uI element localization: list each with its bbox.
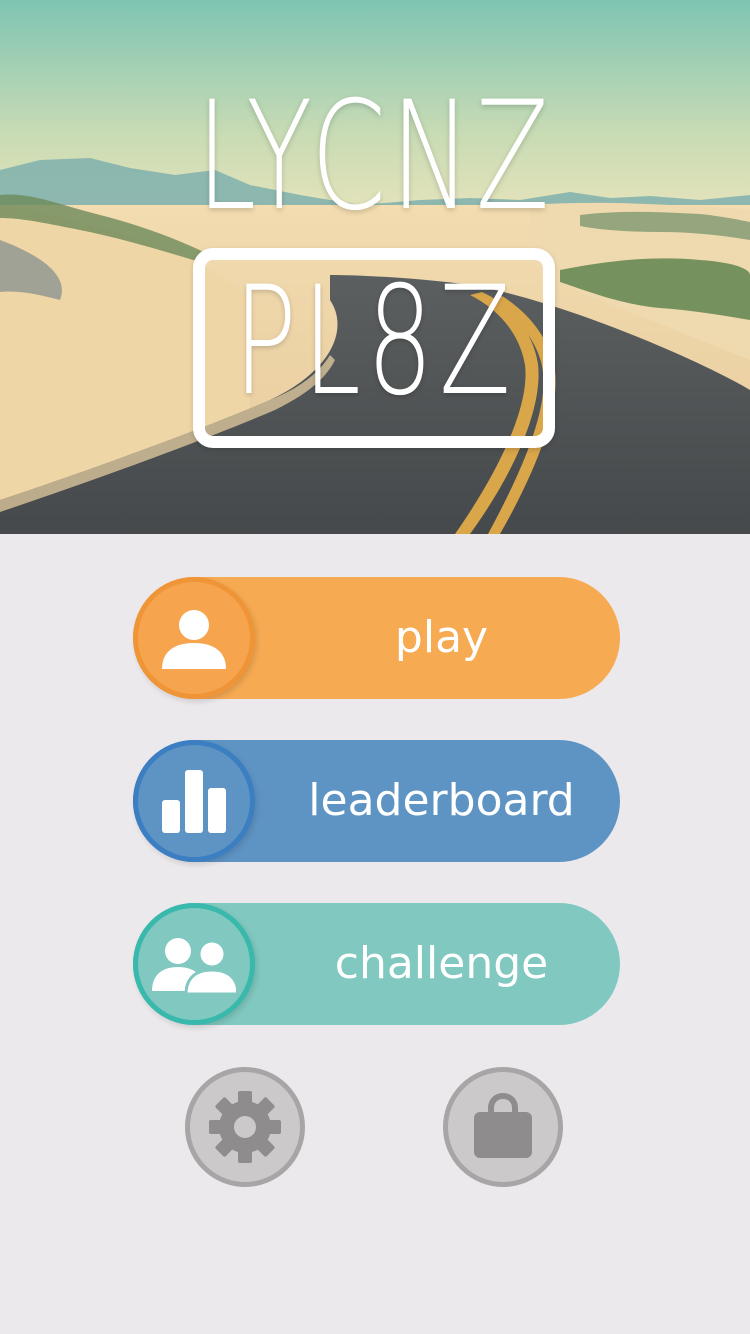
bar-chart-icon xyxy=(162,770,226,833)
leaderboard-button[interactable]: leaderboard xyxy=(133,740,620,862)
play-icon-circle xyxy=(133,577,255,699)
gear-icon xyxy=(209,1091,281,1163)
person-icon xyxy=(162,610,226,669)
shop-button[interactable] xyxy=(443,1067,563,1187)
main-menu-screen: LYCNZ PL8Z play leaderboard challenge xyxy=(0,0,750,1334)
settings-button[interactable] xyxy=(185,1067,305,1187)
leaderboard-icon-circle xyxy=(133,740,255,862)
play-button[interactable]: play xyxy=(133,577,620,699)
challenge-button[interactable]: challenge xyxy=(133,903,620,1025)
challenge-label: challenge xyxy=(334,938,549,989)
logo-subtitle: PL8Z xyxy=(233,255,517,429)
shopping-bag-icon xyxy=(474,1092,532,1158)
hero-banner: LYCNZ PL8Z xyxy=(0,0,750,534)
logo-title: LYCNZ xyxy=(196,70,554,244)
leaderboard-label: leaderboard xyxy=(308,775,575,826)
play-label: play xyxy=(394,612,489,663)
two-people-icon xyxy=(152,938,236,995)
challenge-icon-circle xyxy=(133,903,255,1025)
